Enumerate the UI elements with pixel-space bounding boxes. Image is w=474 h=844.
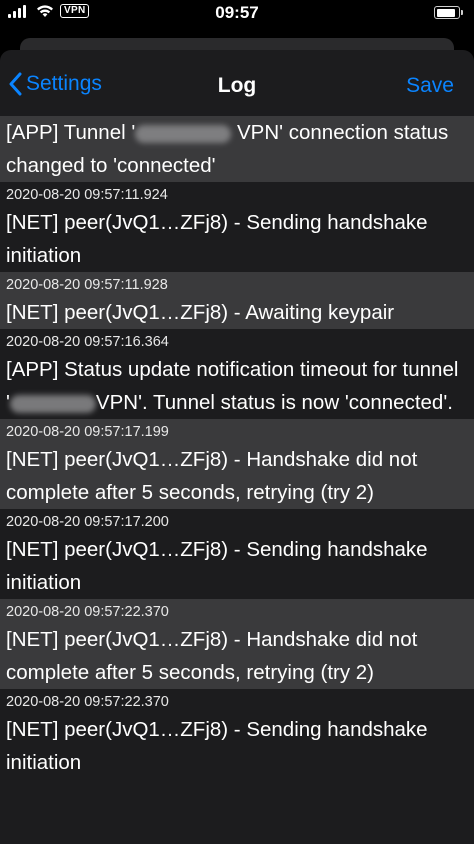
battery-icon xyxy=(434,6,463,19)
redacted-text xyxy=(9,394,96,413)
log-entry: 2020-08-20 09:57:16.364 [APP] Status upd… xyxy=(0,329,474,419)
status-bar-time: 09:57 xyxy=(215,3,259,22)
log-message: [NET] peer(JvQ1…ZFj8) - Sending handshak… xyxy=(6,718,434,774)
redacted-text xyxy=(135,124,232,143)
navigation-bar: Settings Log Save xyxy=(0,50,474,119)
log-entry: 2020-08-20 09:57:11.928 [NET] peer(JvQ1…… xyxy=(0,272,474,329)
log-entry: 2020-08-20 09:57:11.924 [NET] peer(JvQ1…… xyxy=(0,182,474,272)
log-timestamp: 2020-08-20 09:57:22.370 xyxy=(6,694,169,710)
log-timestamp: 2020-08-20 09:57:17.200 xyxy=(6,514,169,530)
log-message: [NET] peer(JvQ1…ZFj8) - Handshake did no… xyxy=(6,628,423,684)
log-entry: 2020-08-20 09:57:17.200 [NET] peer(JvQ1…… xyxy=(0,509,474,599)
log-message: [APP] Status update notification timeout… xyxy=(6,358,465,414)
page-title: Log xyxy=(217,74,257,97)
log-entry: 2020-08-20 09:57:22.370 [NET] peer(JvQ1…… xyxy=(0,689,474,779)
log-entry: 2020-08-20 09:57:22.370 [NET] peer(JvQ1…… xyxy=(0,599,474,689)
log-entry: [APP] Tunnel ' VPN' connection status ch… xyxy=(0,116,474,182)
log-message: [NET] peer(JvQ1…ZFj8) - Awaiting keypair xyxy=(6,301,395,324)
log-timestamp: 2020-08-20 09:57:17.199 xyxy=(6,424,169,440)
log-timestamp: 2020-08-20 09:57:11.928 xyxy=(6,277,168,293)
log-timestamp: 2020-08-20 09:57:22.370 xyxy=(6,604,169,620)
log-timestamp: 2020-08-20 09:57:16.364 xyxy=(6,334,169,350)
log-message: [NET] peer(JvQ1…ZFj8) - Sending handshak… xyxy=(6,538,434,594)
log-message: [APP] Tunnel ' VPN' connection status ch… xyxy=(6,121,454,177)
log-timestamp: 2020-08-20 09:57:11.924 xyxy=(6,187,168,203)
save-button[interactable]: Save xyxy=(406,74,454,98)
log-entry: 2020-08-20 09:57:17.199 [NET] peer(JvQ1…… xyxy=(0,419,474,509)
log-message: [NET] peer(JvQ1…ZFj8) - Handshake did no… xyxy=(6,448,423,504)
log-sheet: Settings Log Save [APP] Tunnel ' VPN' co… xyxy=(0,50,474,844)
log-message: [NET] peer(JvQ1…ZFj8) - Sending handshak… xyxy=(6,211,434,267)
log-list[interactable]: [APP] Tunnel ' VPN' connection status ch… xyxy=(0,116,474,779)
status-bar: VPN 09:57 xyxy=(0,0,474,26)
